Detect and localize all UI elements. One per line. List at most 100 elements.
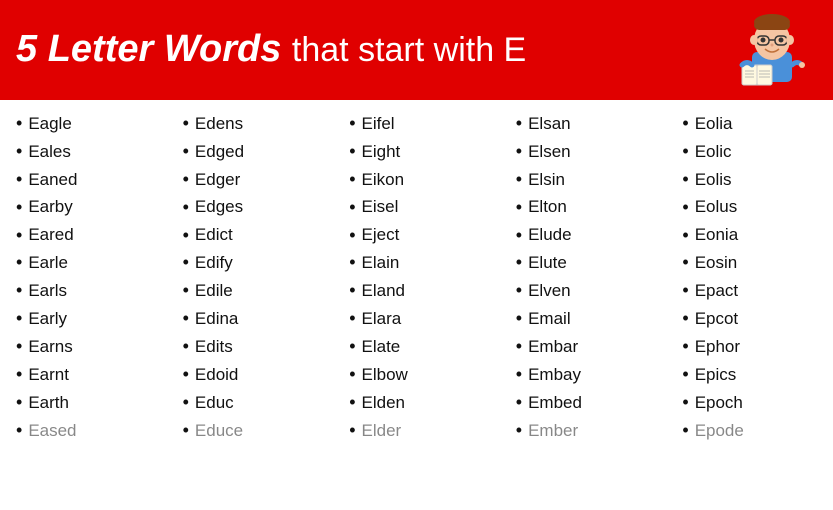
list-item: Embed [516,389,659,417]
word-text: Embay [528,362,581,388]
list-item: Eonia [682,222,825,250]
word-text: Edged [195,139,244,165]
mascot-icon [727,10,817,90]
list-item: Eolic [682,138,825,166]
word-text: Eight [362,139,401,165]
list-item: Edger [183,166,326,194]
title-normal: that start with E [292,31,526,69]
list-item: Embay [516,361,659,389]
word-text: Edile [195,278,233,304]
word-text: Eosin [695,250,738,276]
word-text: Elsin [528,167,565,193]
list-item: Elton [516,194,659,222]
word-text: Epoch [695,390,743,416]
word-text: Edict [195,222,233,248]
list-item: Edict [183,222,326,250]
list-item: Elate [349,333,492,361]
word-text: Elven [528,278,571,304]
word-text: Earby [28,194,72,220]
word-text: Eifel [362,111,395,137]
list-item: Eales [16,138,159,166]
word-text: Elden [362,390,405,416]
word-text: Elder [362,418,402,444]
word-text: Eject [362,222,400,248]
word-text: Eales [28,139,71,165]
word-text: Elton [528,194,567,220]
list-item: Elsin [516,166,659,194]
word-text: Eagle [28,111,71,137]
column-2: EdensEdgedEdgerEdgesEdictEdifyEdileEdina… [167,110,334,510]
word-text: Eikon [362,167,405,193]
word-text: Elate [362,334,401,360]
word-text: Epode [695,418,744,444]
word-text: Elsen [528,139,571,165]
word-text: Ember [528,418,578,444]
list-item: Epact [682,277,825,305]
word-text: Eolic [695,139,732,165]
word-text: Eolis [695,167,732,193]
column-1: EagleEalesEanedEarbyEaredEarleEarlsEarly… [0,110,167,510]
word-text: Eonia [695,222,738,248]
word-text: Embar [528,334,578,360]
list-item: Epcot [682,305,825,333]
word-text: Ephor [695,334,740,360]
list-item: Elden [349,389,492,417]
word-text: Eisel [362,194,399,220]
list-item: Earle [16,249,159,277]
list-item: Eosin [682,249,825,277]
word-text: Eased [28,418,76,444]
list-item: Elsen [516,138,659,166]
word-text: Early [28,306,67,332]
word-text: Edges [195,194,243,220]
list-item: Ephor [682,333,825,361]
content: EagleEalesEanedEarbyEaredEarleEarlsEarly… [0,100,833,510]
list-item: Eolus [682,194,825,222]
list-item: Elara [349,305,492,333]
list-item: Earns [16,333,159,361]
word-text: Email [528,306,571,332]
list-item: Eased [16,417,159,445]
list-item: Epics [682,361,825,389]
list-item: Eland [349,277,492,305]
list-item: Eifel [349,110,492,138]
word-text: Elain [362,250,400,276]
list-item: Earby [16,194,159,222]
list-item: Elsan [516,110,659,138]
list-item: Edoid [183,361,326,389]
list-item: Eared [16,222,159,250]
list-item: Elude [516,222,659,250]
word-text: Eared [28,222,73,248]
word-text: Epact [695,278,738,304]
list-item: Eisel [349,194,492,222]
word-text: Epics [695,362,737,388]
list-item: Eikon [349,166,492,194]
word-text: Elara [362,306,402,332]
column-5: EoliaEolicEolisEolusEoniaEosinEpactEpcot… [666,110,833,510]
word-text: Edina [195,306,238,332]
list-item: Eolis [682,166,825,194]
list-item: Early [16,305,159,333]
word-text: Eolia [695,111,733,137]
list-item: Epoch [682,389,825,417]
column-3: EifelEightEikonEiselEjectElainElandElara… [333,110,500,510]
header-title: 5 Letter Words that start with E [16,29,526,71]
word-text: Elude [528,222,571,248]
list-item: Edged [183,138,326,166]
word-text: Earnt [28,362,69,388]
word-text: Edify [195,250,233,276]
word-text: Embed [528,390,582,416]
word-text: Earls [28,278,67,304]
list-item: Educ [183,389,326,417]
list-item: Elute [516,249,659,277]
header: 5 Letter Words that start with E [0,0,833,100]
word-text: Edger [195,167,240,193]
list-item: Earnt [16,361,159,389]
list-item: Elder [349,417,492,445]
column-4: ElsanElsenElsinEltonEludeEluteElvenEmail… [500,110,667,510]
word-text: Educ [195,390,234,416]
list-item: Eaned [16,166,159,194]
word-text: Earle [28,250,68,276]
list-item: Eject [349,222,492,250]
list-item: Earth [16,389,159,417]
list-item: Email [516,305,659,333]
